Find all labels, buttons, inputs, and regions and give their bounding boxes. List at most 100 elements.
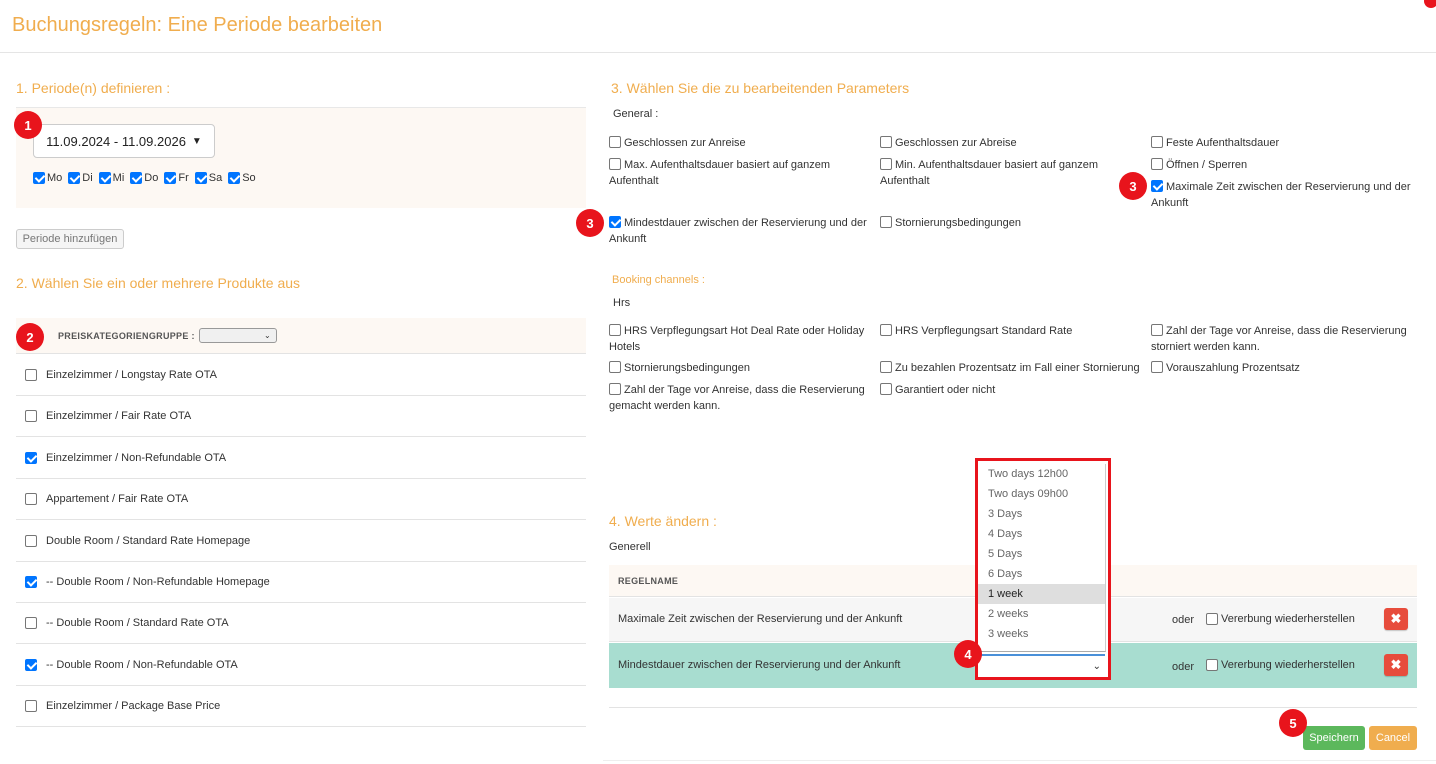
dropdown-option[interactable]: 3 weeks (978, 624, 1105, 644)
delete-rule-button[interactable]: ✖ (1384, 654, 1408, 676)
checkbox[interactable] (880, 216, 892, 229)
group-select[interactable]: ⌄ (198, 328, 277, 343)
param-option[interactable]: Geschlossen zur Abreise (880, 135, 1145, 151)
checkbox[interactable] (25, 535, 37, 547)
product-row[interactable]: Double Room / Standard Rate Homepage (16, 521, 586, 562)
checkbox[interactable] (609, 383, 621, 396)
param-option[interactable]: Geschlossen zur Anreise (609, 135, 874, 151)
checkbox[interactable] (880, 158, 892, 171)
table-bottom-divider (609, 707, 1417, 708)
checkbox[interactable] (25, 576, 37, 588)
checkbox[interactable] (609, 158, 621, 171)
checkbox[interactable] (609, 136, 621, 149)
dropdown-option[interactable]: 3 Days (978, 504, 1105, 524)
checkbox[interactable] (98, 172, 111, 184)
product-row[interactable]: Einzelzimmer / Fair Rate OTA (16, 396, 586, 437)
cancel-button[interactable]: Cancel (1369, 726, 1417, 750)
dropdown-option[interactable]: 6 Days (978, 564, 1105, 584)
checkbox[interactable] (25, 700, 37, 712)
inherit-toggle[interactable]: Vererbung wiederherstellen (1206, 613, 1355, 625)
param-option[interactable]: Zahl der Tage vor Anreise, dass die Rese… (1151, 323, 1416, 355)
chevron-down-icon: ▼ (191, 135, 202, 147)
checkbox[interactable] (164, 172, 177, 184)
product-row[interactable]: -- Double Room / Non-Refundable OTA (16, 645, 586, 686)
param-option[interactable]: HRS Verpflegungsart Hot Deal Rate oder H… (609, 323, 874, 355)
param-label: Maximale Zeit zwischen der Reservierung … (1151, 181, 1411, 209)
add-period-button[interactable]: Periode hinzufügen (16, 229, 124, 249)
param-option[interactable]: Garantiert oder nicht (880, 382, 1145, 398)
product-row[interactable]: Einzelzimmer / Non-Refundable OTA (16, 438, 586, 479)
value-dropdown[interactable]: Two days 12h00 Two days 09h00 3 Days 4 Days… (975, 458, 1111, 680)
param-label: Stornierungsbedingungen (895, 217, 1021, 229)
day-mo[interactable]: Mo (33, 172, 62, 184)
inherit-toggle[interactable]: Vererbung wiederherstellen (1206, 659, 1355, 671)
checkbox[interactable] (25, 410, 37, 422)
checkbox[interactable] (25, 659, 37, 671)
close-icon[interactable] (1424, 0, 1436, 8)
dropdown-option[interactable]: Two days 12h00 (978, 464, 1105, 484)
dropdown-option[interactable]: 2 weeks (978, 604, 1105, 624)
checkbox[interactable] (194, 172, 207, 184)
param-option[interactable]: Min. Aufenthaltsdauer basiert auf ganzem… (880, 157, 1145, 189)
checkbox[interactable] (1151, 180, 1163, 193)
delete-rule-button[interactable]: ✖ (1384, 608, 1408, 630)
footer-divider (603, 760, 1436, 761)
product-row[interactable]: Einzelzimmer / Longstay Rate OTA (16, 355, 586, 396)
param-option[interactable]: Stornierungsbedingungen (880, 215, 1145, 231)
value-select[interactable]: ⌄ (980, 654, 1105, 676)
day-do[interactable]: Do (130, 172, 158, 184)
day-fr[interactable]: Fr (164, 172, 189, 184)
checkbox[interactable] (609, 361, 621, 374)
param-option[interactable]: Zahl der Tage vor Anreise, dass die Rese… (609, 382, 874, 414)
param-option[interactable]: HRS Verpflegungsart Standard Rate (880, 323, 1145, 339)
product-row[interactable]: Einzelzimmer / Package Base Price (16, 686, 586, 727)
product-row[interactable]: -- Double Room / Non-Refundable Homepage (16, 562, 586, 603)
checkbox[interactable] (68, 172, 81, 184)
dropdown-option[interactable]: 4 Days (978, 524, 1105, 544)
param-option[interactable]: Feste Aufenthaltsdauer (1151, 135, 1416, 151)
param-option[interactable]: Vorauszahlung Prozentsatz (1151, 360, 1416, 376)
param-option[interactable]: Maximale Zeit zwischen der Reservierung … (1151, 179, 1416, 211)
checkbox[interactable] (880, 361, 892, 374)
dropdown-option[interactable]: 5 Days (978, 544, 1105, 564)
annotation-badge-4: 4 (954, 640, 982, 668)
param-option[interactable]: Stornierungsbedingungen (609, 360, 874, 376)
day-mi[interactable]: Mi (98, 172, 124, 184)
product-row[interactable]: -- Double Room / Standard Rate OTA (16, 603, 586, 644)
checkbox[interactable] (880, 383, 892, 396)
param-option[interactable]: Öffnen / Sperren (1151, 157, 1416, 173)
dropdown-option[interactable]: Two days 09h00 (978, 484, 1105, 504)
date-range-select[interactable]: 11.09.2024 - 11.09.2026 ▼ (33, 124, 215, 158)
group-filter-bar: PREISKATEGORIENGRUPPE : ⌄ (16, 318, 586, 354)
checkbox[interactable] (25, 493, 37, 505)
checkbox[interactable] (25, 617, 37, 629)
checkbox[interactable] (1151, 361, 1163, 374)
param-option[interactable]: Mindestdauer zwischen der Reservierung u… (609, 215, 874, 247)
checkbox[interactable] (609, 216, 621, 229)
day-sa[interactable]: Sa (194, 172, 222, 184)
checkbox[interactable] (1206, 659, 1218, 671)
checkbox[interactable] (609, 324, 621, 337)
save-button[interactable]: Speichern (1303, 726, 1365, 750)
chevron-down-icon: ⌄ (264, 331, 271, 340)
product-label: Einzelzimmer / Longstay Rate OTA (46, 369, 217, 381)
checkbox[interactable] (880, 136, 892, 149)
checkbox[interactable] (1151, 158, 1163, 171)
checkbox[interactable] (130, 172, 143, 184)
checkbox[interactable] (1206, 613, 1218, 625)
checkbox[interactable] (1151, 324, 1163, 337)
checkbox[interactable] (228, 172, 241, 184)
product-label: Einzelzimmer / Package Base Price (46, 700, 221, 712)
param-option[interactable]: Zu bezahlen Prozentsatz im Fall einer St… (880, 360, 1145, 376)
day-di[interactable]: Di (68, 172, 93, 184)
product-row[interactable]: Appartement / Fair Rate OTA (16, 479, 586, 520)
checkbox[interactable] (33, 172, 45, 184)
checkbox[interactable] (25, 369, 37, 381)
channel-name: Hrs (613, 297, 631, 309)
checkbox[interactable] (1151, 136, 1163, 149)
checkbox[interactable] (880, 324, 892, 337)
param-option[interactable]: Max. Aufenthaltsdauer basiert auf ganzem… (609, 157, 874, 189)
day-so[interactable]: So (228, 172, 256, 184)
checkbox[interactable] (25, 452, 37, 464)
dropdown-option[interactable]: 1 week (978, 584, 1105, 604)
